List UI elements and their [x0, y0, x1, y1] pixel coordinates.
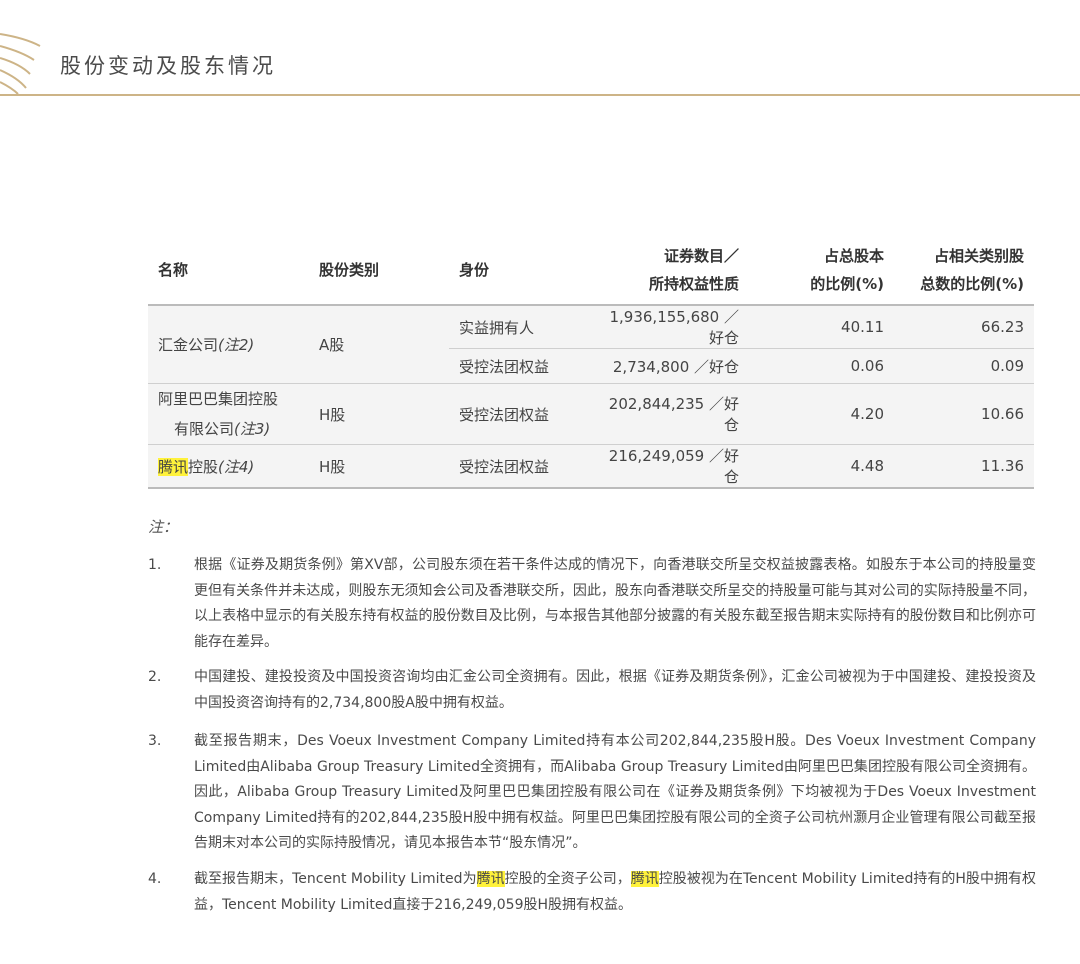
- shareholding-table: 名称 股份类别 身份 证券数目／ 所持权益性质 占总股本 的比例(%) 占相关类…: [148, 236, 1034, 489]
- note-number: 1.: [148, 557, 162, 573]
- col-header-pct-class: 占相关类别股 总数的比例(%): [894, 236, 1034, 306]
- note-number: 3.: [148, 733, 162, 749]
- note-number: 4.: [148, 871, 162, 887]
- note-item-1: 1. 根据《证券及期货条例》第XV部，公司股东须在若干条件达成的情况下，向香港联…: [148, 553, 1036, 655]
- note-text: 截至报告期末，Des Voeux Investment Company Limi…: [194, 733, 1036, 851]
- note-text: 中国建投、建投投资及中国投资咨询均由汇金公司全资拥有。因此，根据《证券及期货条例…: [194, 669, 1036, 711]
- cell-share-class: A股: [309, 305, 449, 384]
- note-item-4: 4. 截至报告期末，Tencent Mobility Limited为腾讯控股的…: [148, 867, 1036, 918]
- cell-share-class: H股: [309, 383, 449, 445]
- table-row: 腾讯控股(注4) H股 受控法团权益 216,249,059 ／好仓 4.48 …: [148, 444, 1034, 489]
- col-header-share-class: 股份类别: [309, 236, 449, 306]
- cell-capacity: 受控法团权益: [449, 348, 589, 384]
- cell-capacity: 受控法团权益: [449, 383, 589, 445]
- cell-pct-total: 4.20: [749, 383, 894, 445]
- cell-pct-total: 4.48: [749, 444, 894, 489]
- cell-name: 汇金公司(注2): [148, 305, 309, 384]
- cell-capacity: 实益拥有人: [449, 305, 589, 349]
- cell-name: 腾讯控股(注4): [148, 444, 309, 489]
- cell-share-class: H股: [309, 444, 449, 489]
- note-item-3: 3. 截至报告期末，Des Voeux Investment Company L…: [148, 729, 1036, 857]
- cell-securities: 1,936,155,680 ／好仓: [589, 305, 749, 349]
- decorative-arcs-icon: [0, 33, 41, 95]
- cell-pct-class: 11.36: [894, 444, 1034, 489]
- table-row: 汇金公司(注2) A股 实益拥有人 1,936,155,680 ／好仓 40.1…: [148, 305, 1034, 384]
- note-text: 截至报告期末，Tencent Mobility Limited为腾讯控股的全资子…: [194, 871, 1036, 913]
- cell-pct-class: 66.23: [894, 305, 1034, 349]
- cell-pct-class: 0.09: [894, 348, 1034, 384]
- note-item-2: 2. 中国建投、建投投资及中国投资咨询均由汇金公司全资拥有。因此，根据《证券及期…: [148, 665, 1036, 716]
- col-header-securities: 证券数目／ 所持权益性质: [589, 236, 749, 306]
- cell-securities: 202,844,235 ／好仓: [589, 383, 749, 445]
- page-header: 股份变动及股东情况: [0, 0, 1080, 100]
- notes-label: 注：: [148, 518, 179, 536]
- cell-name: 阿里巴巴集团控股 有限公司(注3): [148, 383, 309, 445]
- note-text: 根据《证券及期货条例》第XV部，公司股东须在若干条件达成的情况下，向香港联交所呈…: [194, 557, 1036, 650]
- page-title: 股份变动及股东情况: [60, 54, 276, 78]
- cell-pct-total: 40.11: [749, 305, 894, 349]
- table-row: 阿里巴巴集团控股 有限公司(注3) H股 受控法团权益 202,844,235 …: [148, 383, 1034, 445]
- cell-capacity: 受控法团权益: [449, 444, 589, 489]
- col-header-capacity: 身份: [449, 236, 589, 306]
- col-header-name: 名称: [148, 236, 309, 306]
- col-header-pct-total: 占总股本 的比例(%): [749, 236, 894, 306]
- note-number: 2.: [148, 669, 162, 685]
- cell-pct-total: 0.06: [749, 348, 894, 384]
- table-header-row: 名称 股份类别 身份 证券数目／ 所持权益性质 占总股本 的比例(%) 占相关类…: [148, 236, 1034, 306]
- cell-securities: 216,249,059 ／好仓: [589, 444, 749, 489]
- cell-securities: 2,734,800 ／好仓: [589, 348, 749, 384]
- cell-pct-class: 10.66: [894, 383, 1034, 445]
- header-rule: [0, 94, 1080, 96]
